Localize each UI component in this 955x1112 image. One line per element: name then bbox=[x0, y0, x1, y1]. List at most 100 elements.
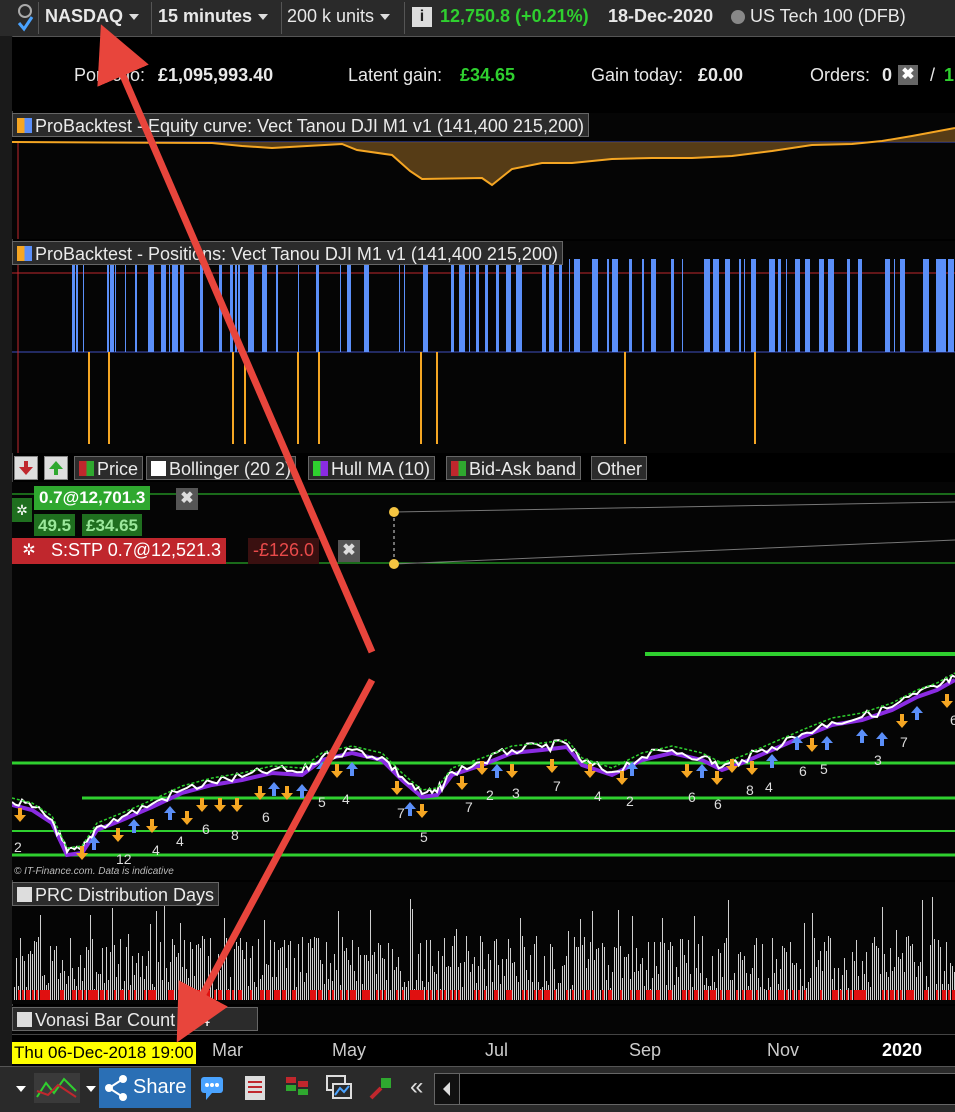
legend-price[interactable]: Price bbox=[74, 456, 144, 480]
distribution-day-bar bbox=[862, 990, 864, 1000]
distribution-day-bar bbox=[538, 990, 540, 1000]
distribution-day-bar bbox=[638, 990, 640, 1000]
distribution-day-bar bbox=[366, 990, 368, 1000]
long-position-bar bbox=[923, 259, 929, 352]
legend-hull-label: Hull MA (10) bbox=[331, 459, 431, 479]
buy-signal-arrow bbox=[856, 729, 868, 743]
prc-volume-bar bbox=[498, 965, 499, 1000]
prc-volume-bar bbox=[556, 989, 557, 1000]
chevron-down-icon bbox=[258, 14, 269, 21]
multi-chart-icon[interactable] bbox=[324, 1073, 354, 1103]
distribution-day-bar bbox=[494, 990, 496, 1000]
portfolio-value: £1,095,993.40 bbox=[158, 65, 274, 85]
price-chart-panel[interactable]: 2 12 4 4 6 8 6 5 4 7 5 7 2 3 7 4 2 6 6 8 4 6 5 3 7 6 © IT-Finance… bbox=[11, 482, 955, 880]
stop-order-tag[interactable]: S:STP 0.7@12,521.3 bbox=[46, 538, 227, 564]
report-icon[interactable] bbox=[240, 1073, 270, 1103]
distribution-day-bar bbox=[648, 990, 650, 1000]
long-position-bar bbox=[340, 259, 341, 352]
short-position-bar bbox=[297, 352, 299, 444]
scroll-left-button[interactable] bbox=[434, 1073, 460, 1105]
prc-volume-bar bbox=[826, 951, 827, 1000]
bar-count-label: 4 bbox=[152, 842, 160, 858]
prc-volume-bar bbox=[716, 988, 717, 1000]
distribution-day-bar bbox=[250, 990, 252, 1000]
timeframe-selector[interactable]: 15 minutes bbox=[158, 6, 269, 27]
vonasi-panel[interactable]: Vonasi Bar Count 154 bbox=[12, 1006, 955, 1034]
prc-volume-bar bbox=[456, 929, 457, 1000]
prc-volume-bar bbox=[560, 983, 561, 1000]
prc-volume-bar bbox=[462, 987, 463, 1000]
cancel-stop-icon[interactable]: ✖ bbox=[338, 540, 360, 562]
prc-volume-bar bbox=[946, 942, 947, 1000]
prc-volume-bar bbox=[182, 967, 183, 1000]
distribution-day-bar bbox=[384, 990, 386, 1000]
positions-panel[interactable]: ProBacktest - Positions: Vect Tanou DJI … bbox=[12, 241, 955, 453]
info-icon[interactable]: i bbox=[412, 7, 432, 27]
stop-gear-icon[interactable]: ✲ bbox=[12, 538, 46, 564]
long-position-bar bbox=[485, 259, 488, 352]
trading-tools-icon[interactable] bbox=[366, 1073, 396, 1103]
distribution-day-bar bbox=[440, 990, 442, 1000]
link-icon[interactable] bbox=[16, 3, 34, 33]
positions-header[interactable]: ProBacktest - Positions: Vect Tanou DJI … bbox=[12, 241, 563, 265]
distribution-day-bar bbox=[860, 990, 862, 1000]
distribution-day-bar bbox=[756, 990, 758, 1000]
sell-signal-arrow bbox=[196, 798, 208, 812]
prc-volume-bar bbox=[446, 967, 447, 1000]
legend-other[interactable]: Other bbox=[591, 456, 648, 480]
long-position-bar bbox=[125, 259, 126, 352]
prc-volume-bar bbox=[20, 938, 21, 1000]
chevron-down-icon[interactable] bbox=[86, 1086, 96, 1092]
prc-volume-bar bbox=[604, 947, 605, 1000]
prc-header[interactable]: PRC Distribution Days bbox=[12, 882, 220, 906]
order-book-icon[interactable] bbox=[282, 1073, 312, 1103]
units-selector[interactable]: 200 k units bbox=[287, 6, 391, 27]
prc-volume-bar bbox=[882, 907, 883, 1000]
distribution-day-bar bbox=[294, 990, 296, 1000]
distribution-day-bar bbox=[926, 990, 928, 1000]
scroll-up-icon[interactable] bbox=[44, 456, 68, 480]
prc-volume-bar bbox=[552, 947, 553, 1000]
share-button[interactable]: Share bbox=[99, 1068, 191, 1108]
horizontal-scrollbar[interactable] bbox=[460, 1073, 955, 1105]
long-position-bar bbox=[858, 259, 862, 352]
long-position-tag[interactable]: 0.7@12,701.3 bbox=[34, 486, 151, 510]
collapse-icon[interactable]: « bbox=[410, 1073, 423, 1101]
close-position-icon[interactable]: ✖ bbox=[176, 488, 198, 510]
sell-signal-arrow bbox=[231, 798, 243, 812]
prc-volume-bar bbox=[562, 966, 563, 1000]
prc-volume-bar bbox=[138, 953, 139, 1000]
cancel-orders-icon[interactable]: ✖ bbox=[898, 65, 918, 85]
market-name: US Tech 100 (DFB) bbox=[750, 6, 906, 26]
scroll-down-icon[interactable] bbox=[14, 456, 38, 480]
prc-volume-bar bbox=[264, 920, 265, 1000]
legend-hull[interactable]: Hull MA (10) bbox=[308, 456, 436, 480]
legend-bid-ask[interactable]: Bid-Ask band bbox=[446, 456, 582, 480]
distribution-day-bar bbox=[340, 990, 342, 1000]
prc-volume-bar bbox=[680, 939, 681, 1000]
distribution-day-bar bbox=[820, 990, 822, 1000]
equity-curve-header[interactable]: ProBacktest - Equity curve: Vect Tanou D… bbox=[12, 113, 589, 137]
distribution-day-bar bbox=[656, 990, 658, 1000]
chat-icon[interactable] bbox=[198, 1073, 228, 1103]
prc-distribution-panel[interactable]: PRC Distribution Days bbox=[12, 882, 955, 1004]
prc-volume-bar bbox=[666, 985, 667, 1000]
long-position-bar bbox=[885, 259, 889, 352]
chart-style-icon[interactable] bbox=[34, 1073, 80, 1103]
prc-volume-bar bbox=[760, 987, 761, 1000]
long-position-bar bbox=[725, 259, 730, 352]
distribution-day-bar bbox=[540, 990, 542, 1000]
distribution-day-bar bbox=[240, 990, 242, 1000]
chevron-down-icon[interactable] bbox=[16, 1086, 26, 1092]
instrument-selector[interactable]: NASDAQ bbox=[45, 6, 140, 27]
prc-volume-bar bbox=[512, 963, 513, 1000]
vonasi-header[interactable]: Vonasi Bar Count 154 bbox=[12, 1007, 258, 1031]
position-gear-icon[interactable]: ✲ bbox=[12, 498, 32, 522]
bar-count-label: 7 bbox=[397, 805, 405, 821]
sell-signal-arrow bbox=[806, 738, 818, 752]
sell-signal-arrow bbox=[506, 764, 518, 778]
legend-bollinger[interactable]: Bollinger (20 2) bbox=[146, 456, 297, 480]
equity-curve-panel[interactable]: ProBacktest - Equity curve: Vect Tanou D… bbox=[11, 113, 955, 239]
prc-volume-bar bbox=[520, 918, 521, 1000]
long-position-bar bbox=[607, 259, 609, 352]
